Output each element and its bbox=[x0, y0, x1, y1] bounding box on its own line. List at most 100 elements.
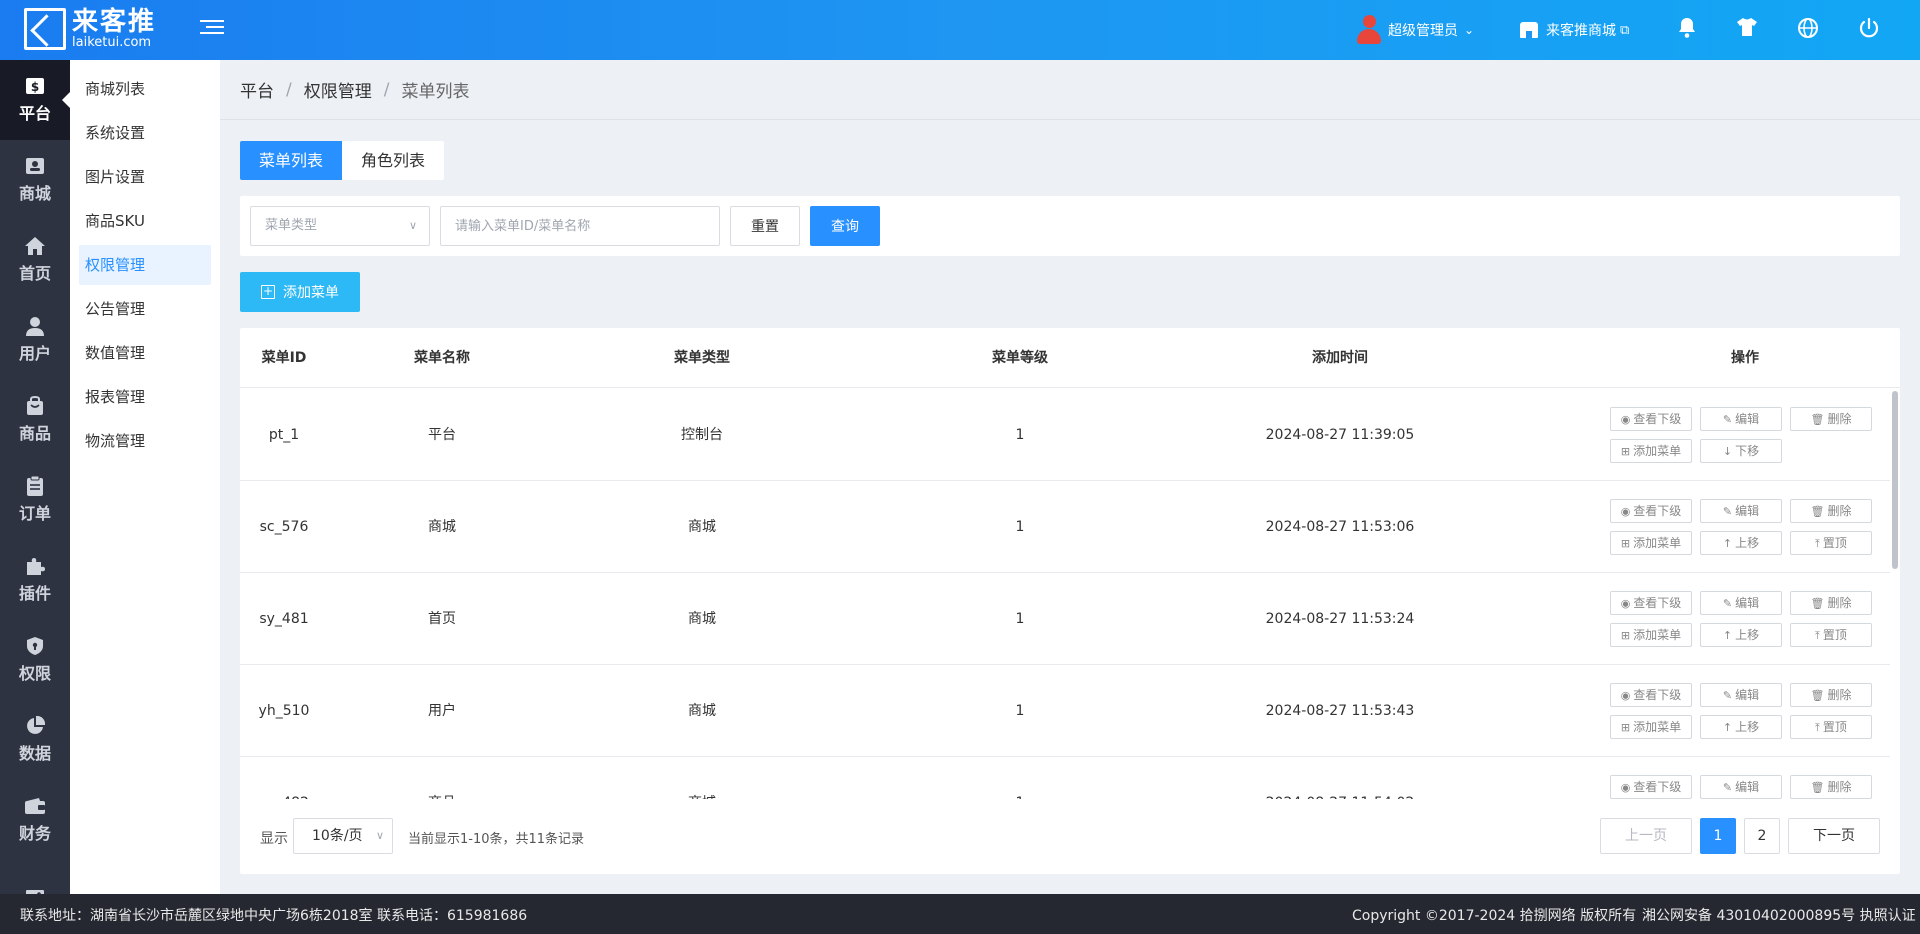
active-pointer bbox=[62, 92, 70, 108]
footer-icp[interactable]: 湘公网安备 43010402000895号 执照认证 bbox=[1642, 905, 1916, 925]
sidebar-item-plugin[interactable]: 插件 bbox=[0, 540, 70, 620]
pin-top-button[interactable]: ⤒ 置顶 bbox=[1790, 623, 1872, 647]
table-header: 菜单ID 菜单名称 菜单类型 菜单等级 添加时间 操作 bbox=[240, 328, 1900, 388]
breadcrumb-item[interactable]: 平台 bbox=[240, 77, 274, 102]
menu-type-select[interactable]: 菜单类型 ∨ bbox=[250, 206, 430, 246]
query-button[interactable]: 查询 bbox=[810, 206, 880, 246]
sidebar-item-goods[interactable]: 商品 bbox=[0, 380, 70, 460]
add-submenu-button[interactable]: ⊞ 添加菜单 bbox=[1610, 623, 1692, 647]
tab-menu-list[interactable]: 菜单列表 bbox=[240, 141, 343, 180]
shirt-icon[interactable] bbox=[1734, 17, 1760, 43]
edit-icon: ✎ bbox=[1722, 505, 1733, 518]
breadcrumb-item[interactable]: 权限管理 bbox=[304, 77, 372, 102]
column-header-level: 菜单等级 bbox=[992, 350, 1048, 366]
breadcrumb-separator: / bbox=[383, 79, 390, 100]
view-children-button[interactable]: ◉ 查看下级 bbox=[1610, 499, 1692, 523]
move-up-button[interactable]: ↑ 上移 bbox=[1700, 715, 1782, 739]
eye-icon: ◉ bbox=[1620, 413, 1631, 426]
user-menu[interactable]: 超级管理员 ⌄ bbox=[1356, 14, 1474, 46]
bell-icon[interactable] bbox=[1674, 17, 1700, 43]
store-icon bbox=[1520, 22, 1538, 38]
page-button-1[interactable]: 1 bbox=[1700, 818, 1736, 854]
table-scrollbar[interactable] bbox=[1892, 391, 1898, 569]
delete-button[interactable]: 🗑 删除 bbox=[1790, 591, 1872, 615]
puzzle-icon bbox=[24, 556, 46, 576]
submenu-item-image-settings[interactable]: 图片设置 bbox=[79, 157, 211, 197]
pin-top-button[interactable]: ⤒ 置顶 bbox=[1790, 531, 1872, 555]
logo[interactable]: 来客推 laiketui.com bbox=[24, 8, 156, 50]
delete-button[interactable]: 🗑 删除 bbox=[1790, 775, 1872, 799]
move-up-button[interactable]: ↑ 上移 bbox=[1700, 531, 1782, 555]
breadcrumb-separator: / bbox=[286, 79, 292, 100]
globe-icon[interactable] bbox=[1795, 17, 1821, 43]
submenu-item-reports[interactable]: 报表管理 bbox=[79, 377, 211, 417]
delete-button[interactable]: 🗑 删除 bbox=[1790, 499, 1872, 523]
add-submenu-button[interactable]: ⊞ 添加菜单 bbox=[1610, 531, 1692, 555]
home-icon bbox=[24, 236, 46, 256]
eye-icon: ◉ bbox=[1620, 689, 1631, 702]
plus-square-icon: + bbox=[261, 284, 275, 299]
cell-time: 2024-08-27 11:53:43 bbox=[1265, 703, 1415, 719]
prev-page-button[interactable]: 上一页 bbox=[1600, 818, 1692, 854]
sidebar-item-permission[interactable]: 权限 bbox=[0, 620, 70, 700]
submenu-item-notice[interactable]: 公告管理 bbox=[79, 289, 211, 329]
cell-time: 2024-08-27 11:39:05 bbox=[1265, 427, 1415, 443]
delete-button[interactable]: 🗑 删除 bbox=[1790, 683, 1872, 707]
plus-square-icon: ⊞ bbox=[1620, 629, 1631, 642]
sidebar-item-data[interactable]: 数据 bbox=[0, 700, 70, 780]
clipboard-icon bbox=[24, 476, 46, 496]
edit-icon: ✎ bbox=[1722, 413, 1733, 426]
sidebar-item-finance[interactable]: 财务 bbox=[0, 780, 70, 860]
menu-collapse-icon[interactable] bbox=[200, 16, 224, 40]
svg-text:$: $ bbox=[31, 80, 39, 94]
add-menu-button[interactable]: + 添加菜单 bbox=[240, 272, 360, 312]
page-button-2[interactable]: 2 bbox=[1744, 818, 1780, 854]
mall-link[interactable]: 来客推商城 ⧉ bbox=[1520, 14, 1629, 46]
action-label: 查看下级 bbox=[1633, 688, 1682, 702]
sidebar-item-home[interactable]: 首页 bbox=[0, 220, 70, 300]
edit-button[interactable]: ✎ 编辑 bbox=[1700, 683, 1782, 707]
add-submenu-button[interactable]: ⊞ 添加菜单 bbox=[1610, 439, 1692, 463]
cell-id: yh_510 bbox=[258, 703, 310, 719]
page-size-select[interactable]: 10条/页 ∨ bbox=[293, 818, 393, 854]
move-down-button[interactable]: ↓ 下移 bbox=[1700, 439, 1782, 463]
sidebar-item-label: 用户 bbox=[18, 344, 51, 363]
submenu-item-mall-list[interactable]: 商城列表 bbox=[79, 69, 211, 109]
sidebar-item-mall[interactable]: 商城 bbox=[0, 140, 70, 220]
sidebar-item-order[interactable]: 订单 bbox=[0, 460, 70, 540]
cell-time: 2024-08-27 11:54:02 bbox=[1240, 757, 1440, 799]
user-icon bbox=[24, 316, 46, 336]
view-children-button[interactable]: ◉ 查看下级 bbox=[1610, 591, 1692, 615]
submenu-item-values[interactable]: 数值管理 bbox=[79, 333, 211, 373]
reset-button[interactable]: 重置 bbox=[730, 206, 800, 246]
view-children-button[interactable]: ◉ 查看下级 bbox=[1610, 775, 1692, 799]
action-label: 查看下级 bbox=[1633, 780, 1682, 794]
sidebar-item-platform[interactable]: $ 平台 bbox=[0, 60, 70, 140]
search-input[interactable] bbox=[440, 206, 720, 246]
cell-name: 平台 bbox=[428, 427, 456, 443]
edit-button[interactable]: ✎ 编辑 bbox=[1700, 499, 1782, 523]
action-label: 查看下级 bbox=[1633, 596, 1682, 610]
sidebar-item-user[interactable]: 用户 bbox=[0, 300, 70, 380]
action-label: 上移 bbox=[1735, 628, 1760, 642]
pin-top-button[interactable]: ⤒ 置顶 bbox=[1790, 715, 1872, 739]
plus-square-icon: ⊞ bbox=[1620, 537, 1631, 550]
edit-button[interactable]: ✎ 编辑 bbox=[1700, 591, 1782, 615]
sidebar-item-label: 首页 bbox=[18, 264, 51, 283]
cell-id: sc_576 bbox=[259, 519, 309, 535]
move-up-button[interactable]: ↑ 上移 bbox=[1700, 623, 1782, 647]
column-header-time: 添加时间 bbox=[1312, 350, 1368, 366]
tab-role-list[interactable]: 角色列表 bbox=[342, 141, 445, 180]
submenu-item-permission[interactable]: 权限管理 bbox=[79, 245, 211, 285]
delete-button[interactable]: 🗑 删除 bbox=[1790, 407, 1872, 431]
submenu-item-goods-sku[interactable]: 商品SKU bbox=[79, 201, 211, 241]
view-children-button[interactable]: ◉ 查看下级 bbox=[1610, 407, 1692, 431]
submenu-item-logistics[interactable]: 物流管理 bbox=[79, 421, 211, 461]
edit-button[interactable]: ✎ 编辑 bbox=[1700, 407, 1782, 431]
next-page-button[interactable]: 下一页 bbox=[1788, 818, 1880, 854]
edit-button[interactable]: ✎ 编辑 bbox=[1700, 775, 1782, 799]
add-submenu-button[interactable]: ⊞ 添加菜单 bbox=[1610, 715, 1692, 739]
power-icon[interactable] bbox=[1856, 17, 1882, 43]
view-children-button[interactable]: ◉ 查看下级 bbox=[1610, 683, 1692, 707]
submenu-item-system-settings[interactable]: 系统设置 bbox=[79, 113, 211, 153]
